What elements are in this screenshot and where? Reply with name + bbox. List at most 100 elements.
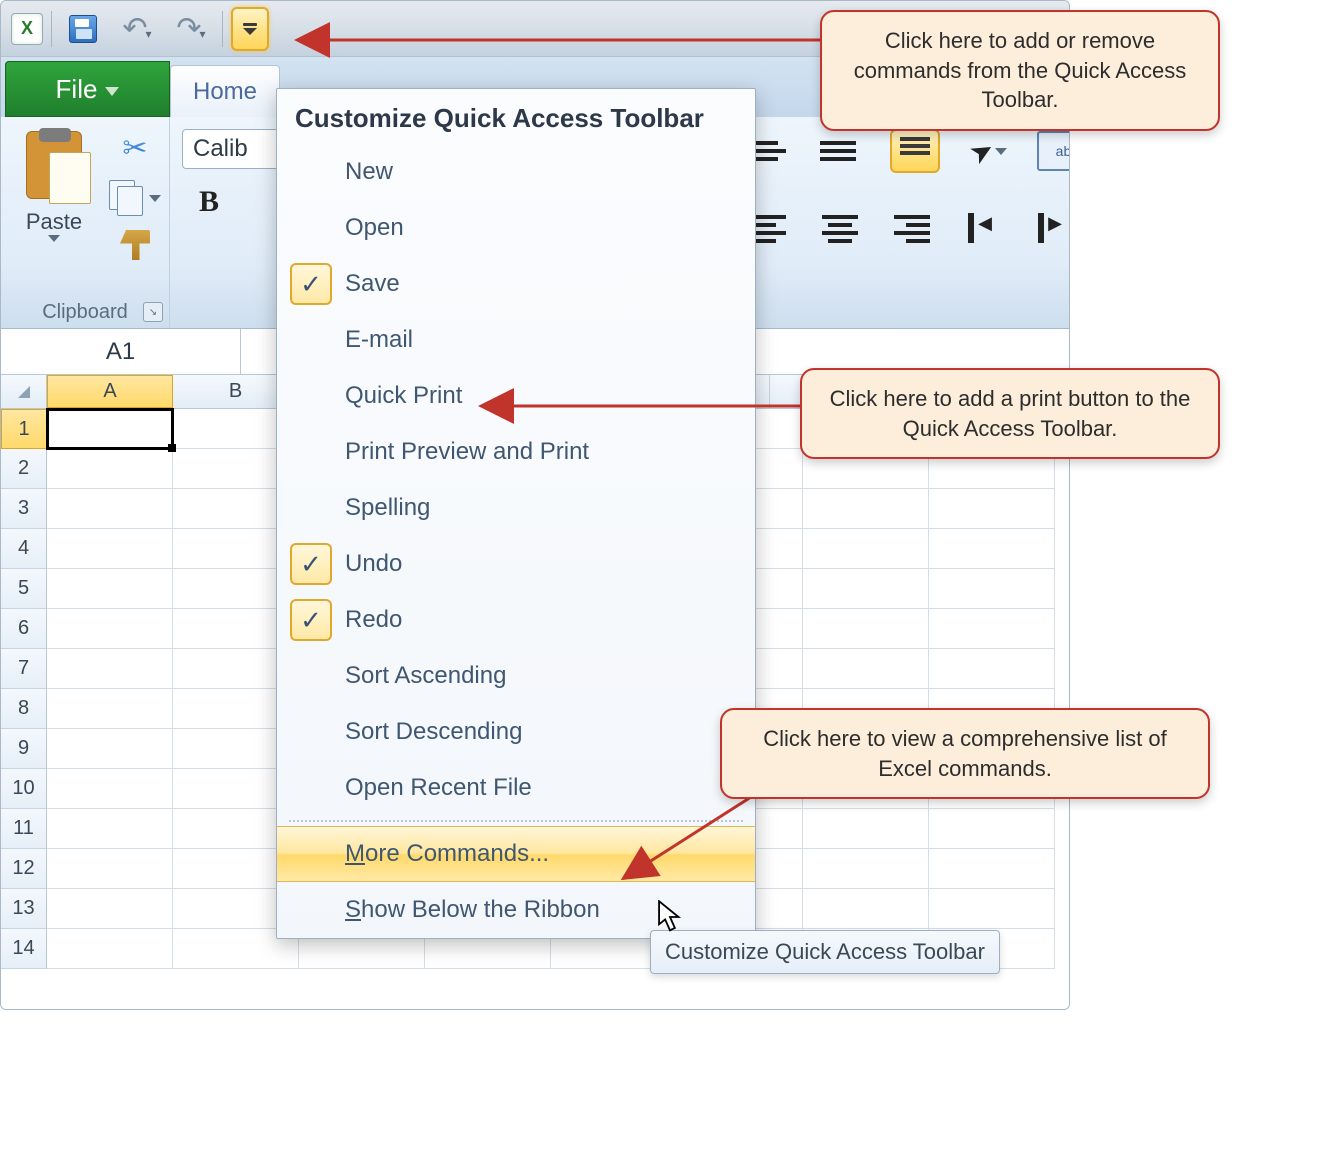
cell[interactable] bbox=[803, 529, 929, 569]
cell[interactable] bbox=[803, 809, 929, 849]
rowhead-14[interactable]: 14 bbox=[1, 929, 47, 969]
cell[interactable] bbox=[929, 849, 1055, 889]
dropdown-item-spelling[interactable]: Spelling bbox=[277, 480, 755, 536]
align-middle-button[interactable] bbox=[750, 135, 790, 167]
dropdown-item-label: Undo bbox=[345, 550, 755, 578]
cell[interactable] bbox=[803, 489, 929, 529]
cell[interactable] bbox=[47, 569, 173, 609]
cell[interactable] bbox=[47, 729, 173, 769]
cell[interactable] bbox=[47, 609, 173, 649]
dropdown-item-redo[interactable]: ✓Redo bbox=[277, 592, 755, 648]
rowhead-5[interactable]: 5 bbox=[1, 569, 47, 609]
cell[interactable] bbox=[803, 649, 929, 689]
align-left-button[interactable] bbox=[750, 213, 790, 245]
paste-button[interactable]: Paste bbox=[9, 123, 99, 271]
rowhead-1[interactable]: 1 bbox=[1, 409, 47, 449]
cell[interactable] bbox=[929, 489, 1055, 529]
paste-dropdown-icon[interactable] bbox=[48, 235, 60, 242]
dropdown-item-print-preview-and-print[interactable]: Print Preview and Print bbox=[277, 424, 755, 480]
cell[interactable] bbox=[803, 569, 929, 609]
colhead-A[interactable]: A bbox=[47, 375, 173, 408]
rowhead-2[interactable]: 2 bbox=[1, 449, 47, 489]
cell[interactable] bbox=[929, 569, 1055, 609]
paste-icon bbox=[26, 131, 82, 199]
copy-dropdown-icon[interactable] bbox=[149, 195, 161, 202]
rowhead-9[interactable]: 9 bbox=[1, 729, 47, 769]
decrease-indent-button[interactable]: ◀ bbox=[960, 213, 1000, 245]
align-bottom-button[interactable] bbox=[820, 135, 860, 167]
dropdown-item-open-recent-file[interactable]: Open Recent File bbox=[277, 760, 755, 816]
cell[interactable] bbox=[803, 609, 929, 649]
align-right-button[interactable] bbox=[890, 213, 930, 245]
cell[interactable] bbox=[47, 449, 173, 489]
dropdown-more-commands[interactable]: More Commands... bbox=[277, 826, 755, 882]
cell[interactable] bbox=[929, 609, 1055, 649]
dropdown-more-commands-label: More Commands... bbox=[345, 840, 755, 868]
dropdown-item-quick-print[interactable]: Quick Print bbox=[277, 368, 755, 424]
align-center-button[interactable] bbox=[820, 213, 860, 245]
save-icon bbox=[69, 15, 97, 43]
dropdown-item-save[interactable]: ✓Save bbox=[277, 256, 755, 312]
orientation-dropdown-icon bbox=[995, 148, 1007, 155]
dropdown-item-sort-ascending[interactable]: Sort Ascending bbox=[277, 648, 755, 704]
tab-home[interactable]: Home bbox=[170, 65, 280, 117]
rowhead-8[interactable]: 8 bbox=[1, 689, 47, 729]
cell[interactable] bbox=[803, 889, 929, 929]
increase-indent-button[interactable]: ▶ bbox=[1030, 213, 1070, 245]
excel-app-icon[interactable]: X bbox=[11, 13, 43, 45]
cell[interactable] bbox=[929, 889, 1055, 929]
cell[interactable] bbox=[803, 849, 929, 889]
cell[interactable] bbox=[47, 409, 173, 449]
rowhead-4[interactable]: 4 bbox=[1, 529, 47, 569]
rowhead-10[interactable]: 10 bbox=[1, 769, 47, 809]
dropdown-item-open[interactable]: Open bbox=[277, 200, 755, 256]
check-icon: ✓ bbox=[290, 263, 332, 305]
rowhead-3[interactable]: 3 bbox=[1, 489, 47, 529]
wrap-text-button[interactable]: ab bbox=[1037, 131, 1070, 171]
cell[interactable] bbox=[47, 489, 173, 529]
cell[interactable] bbox=[47, 689, 173, 729]
cell[interactable] bbox=[47, 929, 173, 969]
format-painter-button[interactable] bbox=[120, 230, 150, 260]
align-middle-selected[interactable] bbox=[890, 129, 940, 173]
rowhead-11[interactable]: 11 bbox=[1, 809, 47, 849]
select-all-corner[interactable] bbox=[1, 375, 47, 408]
rowhead-7[interactable]: 7 bbox=[1, 649, 47, 689]
cell[interactable] bbox=[47, 529, 173, 569]
dropdown-item-label: Redo bbox=[345, 606, 755, 634]
tab-file[interactable]: File bbox=[5, 61, 170, 117]
cell[interactable] bbox=[47, 849, 173, 889]
dropdown-item-label: Spelling bbox=[345, 494, 755, 522]
qat-undo-button[interactable]: ↶ ▾ bbox=[114, 7, 160, 51]
undo-dropdown-icon[interactable]: ▾ bbox=[146, 27, 152, 41]
customize-qat-button[interactable] bbox=[231, 7, 269, 51]
orientation-button[interactable]: ➤ bbox=[970, 135, 1007, 168]
cell[interactable] bbox=[929, 649, 1055, 689]
dropdown-item-new[interactable]: New bbox=[277, 144, 755, 200]
qat-divider bbox=[51, 11, 52, 47]
name-box[interactable]: A1 bbox=[1, 329, 241, 374]
dropdown-item-sort-descending[interactable]: Sort Descending bbox=[277, 704, 755, 760]
cell[interactable] bbox=[47, 649, 173, 689]
bold-button[interactable]: B bbox=[186, 179, 232, 225]
cell[interactable] bbox=[47, 769, 173, 809]
undo-icon: ↶ bbox=[122, 14, 147, 44]
dropdown-title: Customize Quick Access Toolbar bbox=[277, 89, 755, 144]
group-launcher-clipboard[interactable] bbox=[143, 302, 163, 322]
cell[interactable] bbox=[47, 809, 173, 849]
dropdown-item-label: Print Preview and Print bbox=[345, 438, 755, 466]
cut-button[interactable]: ✂ bbox=[122, 131, 147, 166]
qat-save-button[interactable] bbox=[60, 7, 106, 51]
cell[interactable] bbox=[929, 529, 1055, 569]
cell[interactable] bbox=[47, 889, 173, 929]
rowhead-13[interactable]: 13 bbox=[1, 889, 47, 929]
dropdown-item-undo[interactable]: ✓ Undo bbox=[277, 536, 755, 592]
dropdown-item-e-mail[interactable]: E-mail bbox=[277, 312, 755, 368]
cell[interactable] bbox=[929, 809, 1055, 849]
rowhead-12[interactable]: 12 bbox=[1, 849, 47, 889]
qat-redo-button[interactable]: ↷ ▾ bbox=[168, 7, 214, 51]
rowhead-6[interactable]: 6 bbox=[1, 609, 47, 649]
redo-dropdown-icon[interactable]: ▾ bbox=[200, 27, 206, 41]
copy-button[interactable] bbox=[109, 180, 161, 216]
check-icon: ✓ bbox=[290, 543, 332, 585]
